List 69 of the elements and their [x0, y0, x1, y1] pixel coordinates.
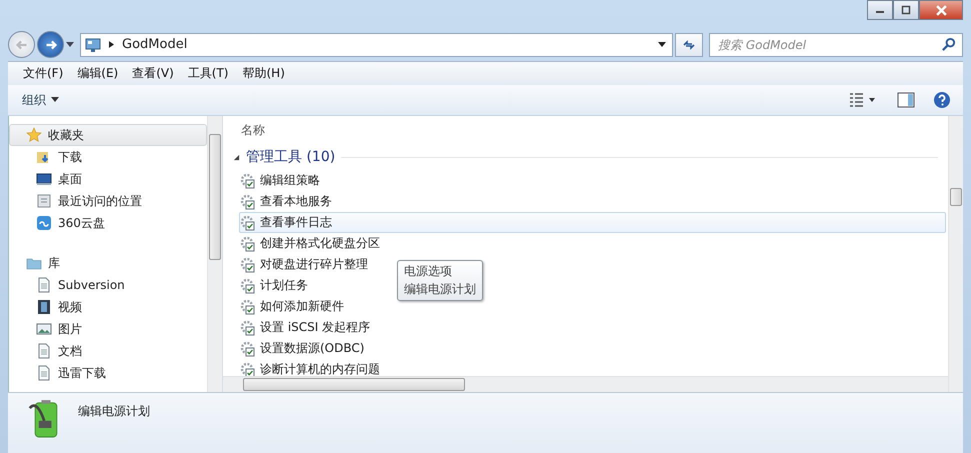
caret-icon [51, 97, 59, 103]
sidebar-item[interactable]: 360云盘 [9, 212, 207, 234]
organize-button[interactable]: 组织 [16, 88, 65, 112]
list-item[interactable]: 查看事件日志 [239, 212, 946, 233]
menu-item[interactable]: 查看(V) [125, 63, 181, 84]
monitor-icon [36, 171, 52, 187]
forward-button[interactable] [37, 31, 64, 58]
sidebar-item[interactable]: 桌面 [9, 168, 207, 190]
document-icon [36, 343, 52, 359]
refresh-button[interactable] [675, 32, 703, 56]
sidebar-item[interactable]: Subversion [9, 274, 207, 296]
list-item[interactable]: 设置 iSCSI 发起程序 [239, 317, 378, 338]
star-icon [26, 127, 42, 143]
menu-item[interactable]: 文件(F) [16, 63, 70, 84]
list-item[interactable]: 如何添加新硬件 [239, 296, 351, 317]
search-field[interactable]: 搜索 GodModel [709, 32, 963, 56]
sidebar-item[interactable]: 收藏夹 [9, 124, 207, 146]
list-item[interactable]: 查看本地服务 [239, 191, 339, 212]
document-icon [36, 365, 52, 381]
tooltip-title: 电源选项 [404, 263, 453, 280]
minimize-button[interactable] [867, 0, 893, 20]
column-header[interactable]: 名称 [241, 122, 265, 138]
scrollbar[interactable] [207, 116, 222, 392]
sidebar-item[interactable]: 下载 [9, 146, 207, 168]
list-item[interactable]: 对硬盘进行碎片整理 [239, 254, 375, 275]
group-header: 管理工具 (10) [246, 148, 336, 166]
sidebar-item[interactable]: 库 [9, 252, 207, 274]
menu-item[interactable]: 编辑(E) [70, 63, 126, 84]
document-icon [36, 277, 52, 293]
address-path: GodModel [122, 37, 188, 52]
search-input[interactable]: 搜索 GodModel [716, 36, 941, 52]
image-icon [36, 321, 52, 337]
list-item[interactable]: 计划任务 [239, 275, 315, 296]
sidebar-item[interactable]: 图片 [9, 318, 207, 340]
gear-check-icon [240, 214, 256, 230]
sidebar-item[interactable]: 视频 [9, 296, 207, 318]
maximize-button[interactable] [893, 0, 919, 20]
close-button[interactable] [919, 0, 963, 20]
gear-check-icon [240, 298, 256, 314]
maximize-icon [901, 5, 911, 15]
gear-check-icon [240, 278, 256, 294]
scrollbar[interactable] [948, 116, 963, 392]
gear-check-icon [240, 256, 256, 272]
gear-check-icon [240, 194, 256, 210]
menu-item[interactable]: 工具(T) [180, 63, 236, 84]
list-item[interactable]: 设置数据源(ODBC) [239, 338, 372, 359]
details-text: 编辑电源计划 [78, 403, 150, 420]
menu-item[interactable]: 帮助(H) [236, 63, 292, 84]
sidebar-item[interactable]: 文档 [9, 340, 207, 362]
close-icon [936, 4, 946, 16]
sidebar-item[interactable]: 迅雷下载 [9, 362, 207, 384]
control-panel-icon [85, 36, 101, 52]
sidebar-item[interactable]: 最近访问的位置 [9, 190, 207, 212]
caret-icon[interactable] [66, 42, 74, 48]
collapse-icon[interactable] [233, 154, 240, 160]
tooltip-text: 编辑电源计划 [404, 281, 476, 298]
gear-check-icon [240, 172, 256, 188]
dropdown-icon[interactable] [658, 42, 666, 48]
gear-check-icon [240, 320, 256, 336]
film-icon [36, 299, 52, 315]
search-icon [941, 37, 956, 52]
list-item[interactable]: 创建并格式化硬盘分区 [239, 233, 387, 254]
horizontal-scrollbar[interactable] [223, 376, 948, 392]
breadcrumb-arrow-icon [109, 41, 114, 48]
gear-check-icon [240, 236, 256, 252]
gear-check-icon [240, 340, 256, 356]
back-button[interactable] [8, 31, 35, 58]
list-item[interactable]: 编辑组策略 [239, 170, 327, 191]
address-bar[interactable]: GodModel [80, 32, 673, 56]
